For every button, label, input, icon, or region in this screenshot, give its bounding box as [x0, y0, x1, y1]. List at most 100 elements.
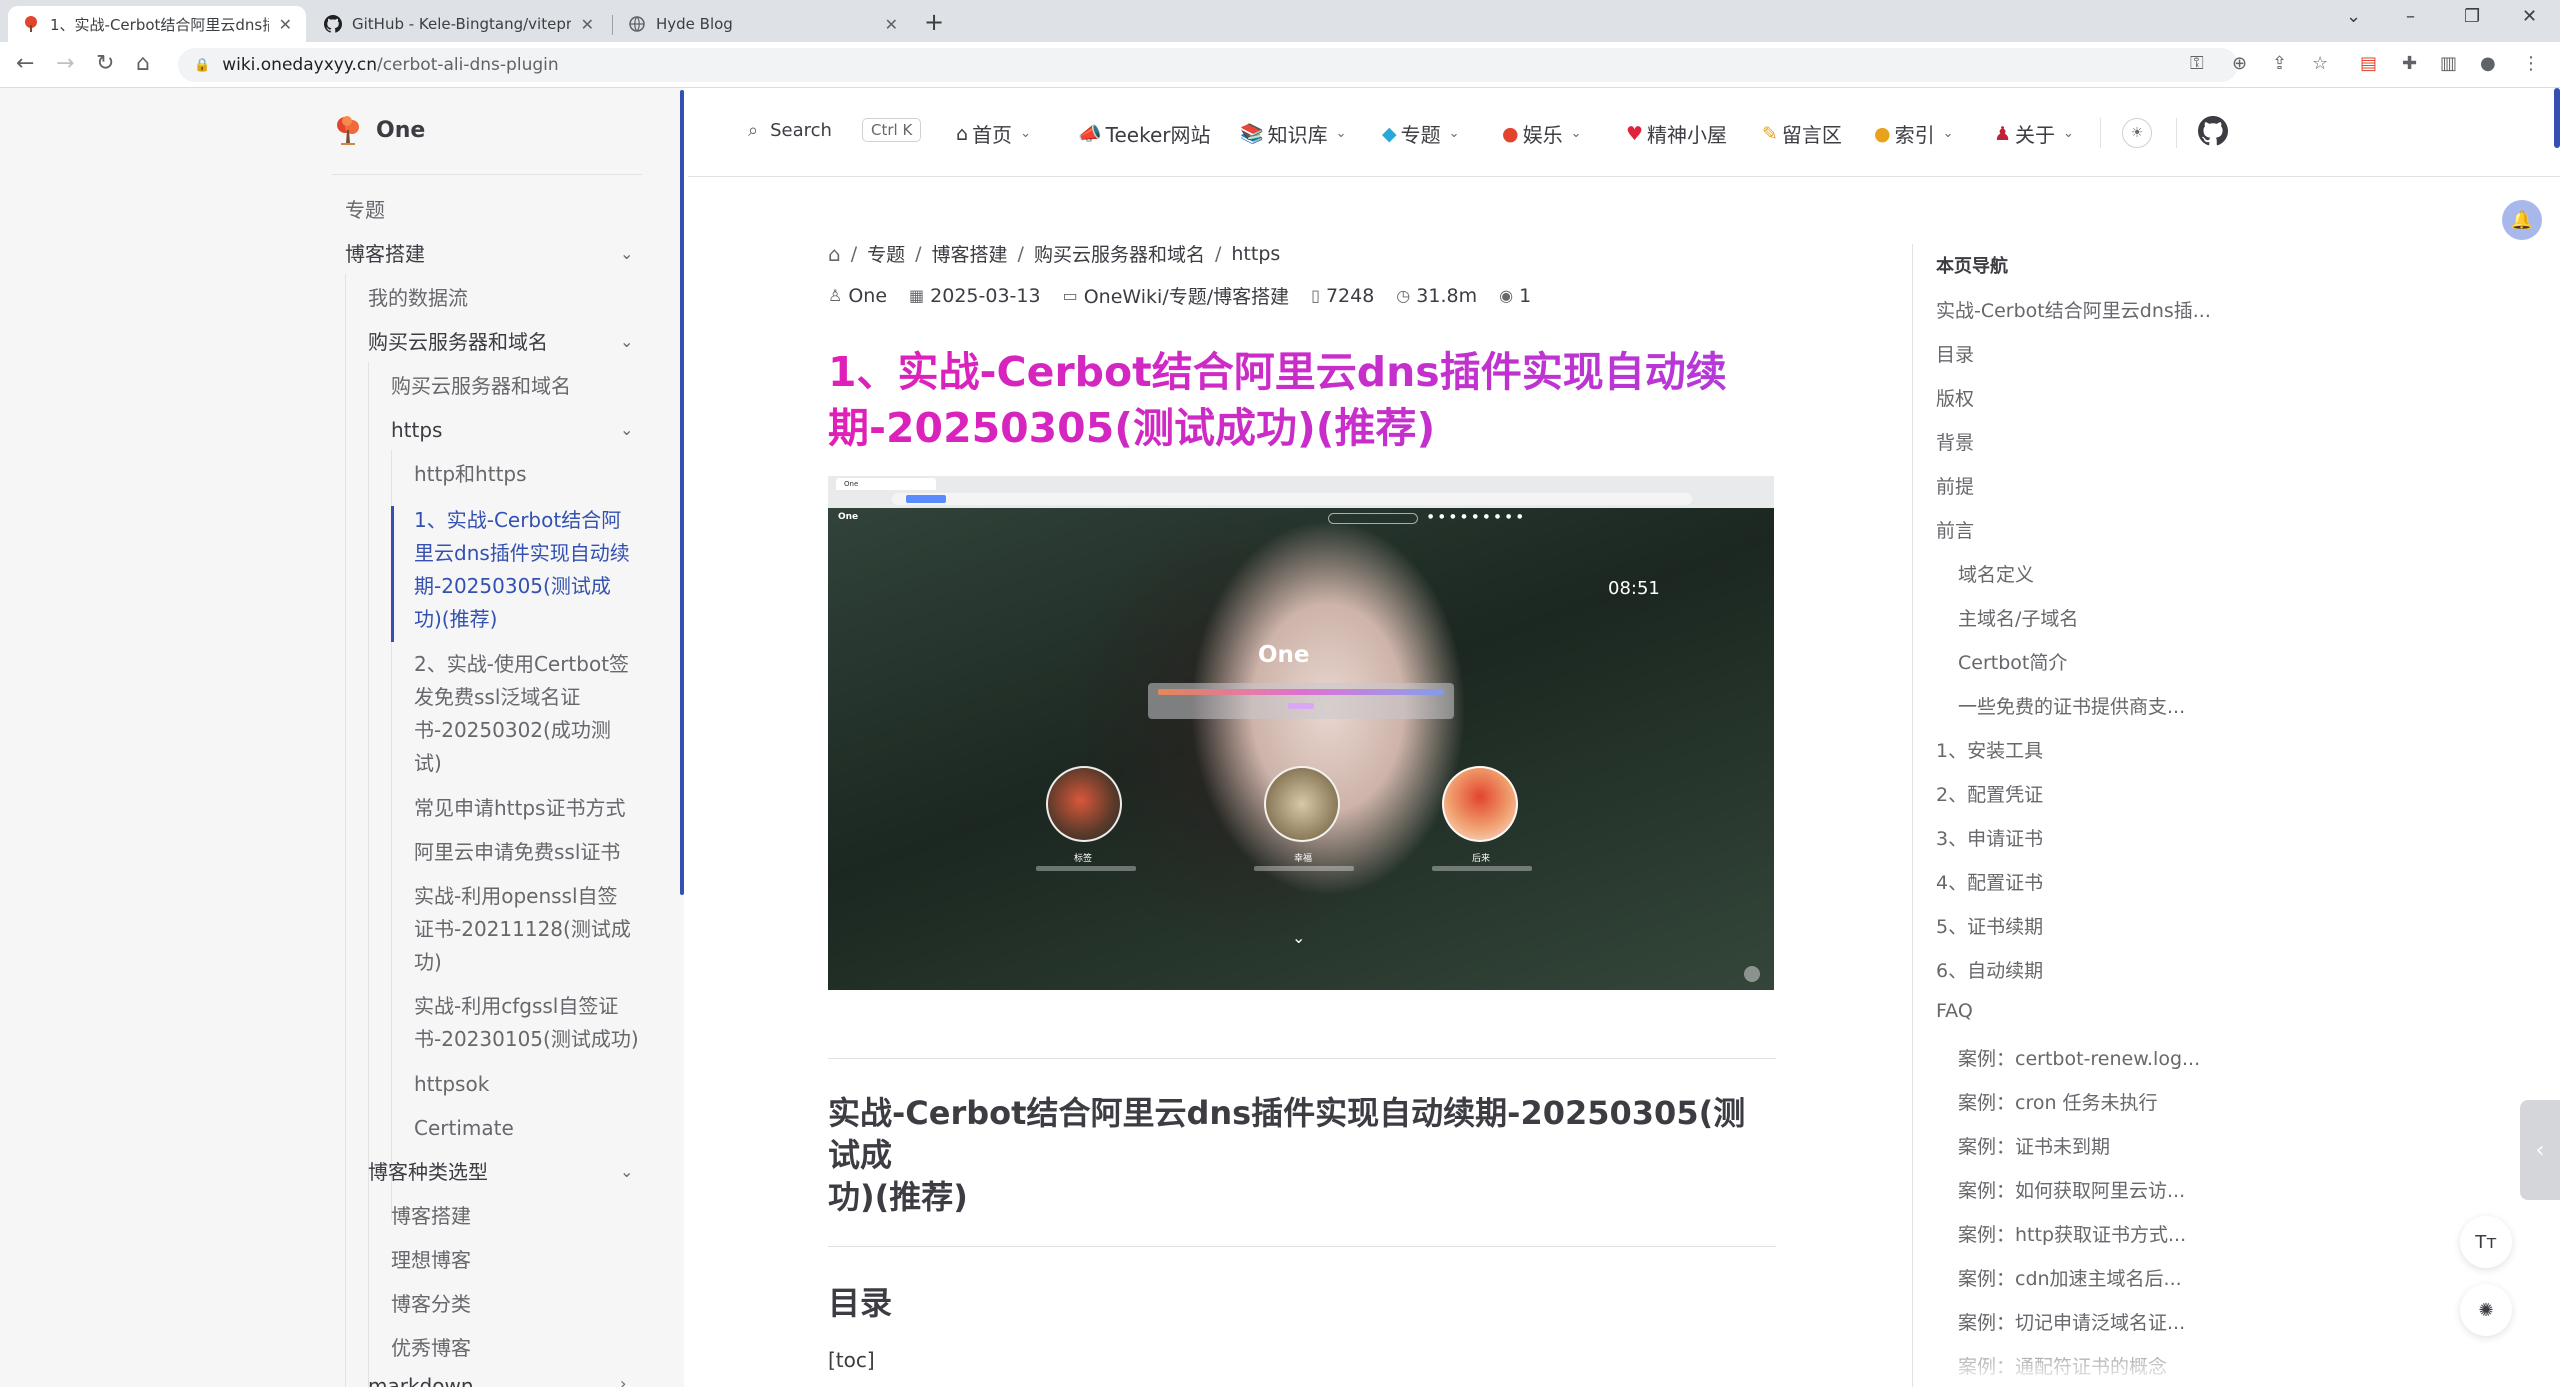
- nav-menu-guestbook[interactable]: ✎ 留言区: [1762, 119, 1842, 148]
- chevron-down-icon[interactable]: ⌄: [620, 1162, 633, 1181]
- notification-bell-icon[interactable]: 🔔: [2502, 200, 2542, 240]
- sidebar-item-blog-category[interactable]: 博客分类: [391, 1288, 471, 1321]
- sidebar-item-cfgssl[interactable]: 实战-利用cfgssl自签证: [414, 990, 618, 1023]
- outline-item[interactable]: 域名定义: [1958, 560, 2034, 587]
- sidebar-item-openssl[interactable]: 功): [414, 946, 442, 979]
- drawer-toggle-chevron-left-icon[interactable]: ‹: [2520, 1100, 2560, 1200]
- breadcrumb-item[interactable]: 购买云服务器和域名: [1034, 240, 1205, 267]
- key-icon[interactable]: ⚿: [2190, 53, 2204, 74]
- outline-item[interactable]: 案例：http获取证书方式...: [1958, 1220, 2186, 1247]
- nav-menu-knowledge[interactable]: 📚 知识库 ⌄: [1240, 119, 1347, 148]
- share-icon[interactable]: ⇪: [2272, 53, 2287, 74]
- close-tab-icon[interactable]: ✕: [581, 15, 594, 34]
- new-tab-icon[interactable]: +: [924, 8, 944, 36]
- close-tab-icon[interactable]: ✕: [279, 15, 292, 34]
- nav-menu-teeker[interactable]: 📣 Teeker网站: [1078, 119, 1211, 148]
- browser-tab-3[interactable]: Hyde Blog ✕: [614, 6, 912, 42]
- address-bar[interactable]: 🔒 wiki.onedayxyy.cn /cerbot-ali-dns-plug…: [178, 48, 2238, 82]
- zoom-icon[interactable]: ⊕: [2232, 53, 2247, 74]
- sidebar-item-openssl[interactable]: 证书-20211128(测试成: [414, 913, 631, 946]
- outline-item[interactable]: 案例：证书未到期: [1958, 1132, 2110, 1159]
- sidebar-group-blog-types[interactable]: 博客种类选型: [368, 1156, 488, 1189]
- back-icon[interactable]: ←: [16, 51, 34, 76]
- sidebar-item-great-blog[interactable]: 优秀博客: [391, 1332, 471, 1365]
- outline-item[interactable]: 背景: [1936, 428, 1974, 455]
- outline-item[interactable]: 实战-Cerbot结合阿里云dns插...: [1936, 296, 2211, 323]
- breadcrumb-item[interactable]: https: [1231, 243, 1280, 265]
- loading-spinner-icon[interactable]: ✺: [2460, 1284, 2512, 1336]
- restore-icon[interactable]: ❐: [2464, 6, 2480, 27]
- meta-category[interactable]: ▭ OneWiki/专题/博客搭建: [1063, 282, 1290, 309]
- outline-item[interactable]: 4、配置证书: [1936, 868, 2043, 895]
- outline-item[interactable]: 版权: [1936, 384, 1974, 411]
- reload-icon[interactable]: ↻: [96, 51, 114, 76]
- close-tab-icon[interactable]: ✕: [885, 15, 898, 34]
- sidebar-item-http-https[interactable]: http和https: [414, 458, 527, 491]
- site-logo[interactable]: One: [332, 114, 425, 146]
- sidebar-item-certbot-wildcard[interactable]: 书-20250302(成功测: [414, 714, 611, 747]
- outline-item[interactable]: 案例：cron 任务未执行: [1958, 1088, 2158, 1115]
- outline-item[interactable]: 案例：cdn加速主域名后...: [1958, 1264, 2182, 1291]
- home-icon[interactable]: ⌂: [828, 242, 841, 266]
- sidebar-item-certbot-wildcard[interactable]: 试): [414, 747, 442, 780]
- browser-menu-icon[interactable]: ⋮: [2522, 53, 2540, 74]
- chevron-down-icon[interactable]: ⌄: [620, 332, 633, 351]
- sidebar-group-blog[interactable]: 博客搭建: [345, 238, 425, 271]
- home-icon[interactable]: ⌂: [136, 51, 150, 76]
- minimize-icon[interactable]: –: [2406, 6, 2415, 27]
- github-icon[interactable]: [2198, 116, 2228, 146]
- outline-item[interactable]: 1、安装工具: [1936, 736, 2043, 763]
- theme-toggle-sun-icon[interactable]: ☀: [2122, 118, 2152, 148]
- outline-item[interactable]: 2、配置凭证: [1936, 780, 2043, 807]
- forward-icon[interactable]: →: [56, 51, 74, 76]
- nav-menu-index[interactable]: ● 索引 ⌄: [1874, 119, 1954, 148]
- sidebar-item-blog-build[interactable]: 博客搭建: [391, 1200, 471, 1233]
- outline-item[interactable]: 主域名/子域名: [1958, 604, 2078, 631]
- sidebar-item-ideal-blog[interactable]: 理想博客: [391, 1244, 471, 1277]
- sidebar-item-cerbot-ali-active[interactable]: 期-20250305(测试成: [414, 570, 611, 603]
- sidebar-item-cerbot-ali-active[interactable]: 1、实战-Cerbot结合阿: [414, 504, 621, 537]
- sidebar-item-dataflow[interactable]: 我的数据流: [368, 282, 468, 315]
- outline-item[interactable]: Certbot简介: [1958, 648, 2067, 675]
- sidebar-item-certimate[interactable]: Certimate: [414, 1112, 514, 1145]
- sidebar-item-topics[interactable]: 专题: [345, 194, 385, 227]
- outline-item[interactable]: 案例：如何获取阿里云访...: [1958, 1176, 2185, 1203]
- sidebar-item-https-methods[interactable]: 常见申请https证书方式: [414, 792, 625, 825]
- sidebar-scrollbar[interactable]: [680, 90, 684, 895]
- nav-menu-about[interactable]: ♟ 关于 ⌄: [1994, 119, 2074, 148]
- chevron-down-icon[interactable]: ⌄: [620, 420, 633, 439]
- outline-item[interactable]: FAQ: [1936, 1000, 1973, 1022]
- sidebar-group-https[interactable]: https: [391, 414, 442, 447]
- breadcrumb-item[interactable]: 专题: [867, 240, 905, 267]
- browser-tab-2[interactable]: GitHub - Kele-Bingtang/vitepress-theme-t…: [310, 6, 608, 42]
- sidebar-item-openssl[interactable]: 实战-利用openssl自签: [414, 880, 618, 913]
- outline-item[interactable]: 3、申请证书: [1936, 824, 2043, 851]
- outline-item[interactable]: 案例：certbot-renew.log...: [1958, 1044, 2200, 1071]
- browser-tab-1[interactable]: 1、实战-Cerbot结合阿里云dns插件实现自动续期 ✕: [8, 6, 306, 42]
- sidebar-item-aliyun-ssl[interactable]: 阿里云申请免费ssl证书: [414, 836, 620, 869]
- page-scrollbar[interactable]: [2554, 88, 2560, 148]
- chevron-down-icon[interactable]: ⌄: [620, 244, 633, 263]
- nav-menu-fun[interactable]: ● 娱乐 ⌄: [1502, 119, 1582, 148]
- chevron-right-icon[interactable]: ›: [620, 1374, 626, 1387]
- nav-menu-home[interactable]: ⌂ 首页 ⌄: [956, 119, 1031, 148]
- sidebar-item-certbot-wildcard[interactable]: 2、实战-使用Certbot签: [414, 648, 629, 681]
- tab-search-icon[interactable]: ⌄: [2346, 6, 2361, 27]
- outline-item[interactable]: 前提: [1936, 472, 1974, 499]
- sidebar-group-cloud[interactable]: 购买云服务器和域名: [368, 326, 548, 359]
- outline-item[interactable]: 前言: [1936, 516, 1974, 543]
- sidepanel-icon[interactable]: ▥: [2440, 53, 2457, 74]
- bookmark-star-icon[interactable]: ☆: [2312, 53, 2328, 74]
- nav-menu-spirit[interactable]: ♥ 精神小屋: [1626, 119, 1727, 148]
- outline-item[interactable]: 6、自动续期: [1936, 956, 2043, 983]
- meta-author[interactable]: ♙ One: [828, 285, 887, 307]
- sidebar-item-httpsok[interactable]: httpsok: [414, 1068, 489, 1101]
- close-window-icon[interactable]: ✕: [2522, 6, 2537, 27]
- nav-menu-topics[interactable]: ◆ 专题 ⌄: [1382, 119, 1460, 148]
- outline-item[interactable]: 目录: [1936, 340, 1974, 367]
- sidebar-item-cfgssl[interactable]: 书-20230105(测试成功): [414, 1023, 639, 1056]
- sidebar-item-cerbot-ali-active[interactable]: 里云dns插件实现自动续: [414, 537, 630, 570]
- sidebar-item-certbot-wildcard[interactable]: 发免费ssl泛域名证: [414, 681, 580, 714]
- profile-avatar-icon[interactable]: ●: [2480, 53, 2496, 74]
- search-button[interactable]: ⌕ Search: [748, 120, 832, 141]
